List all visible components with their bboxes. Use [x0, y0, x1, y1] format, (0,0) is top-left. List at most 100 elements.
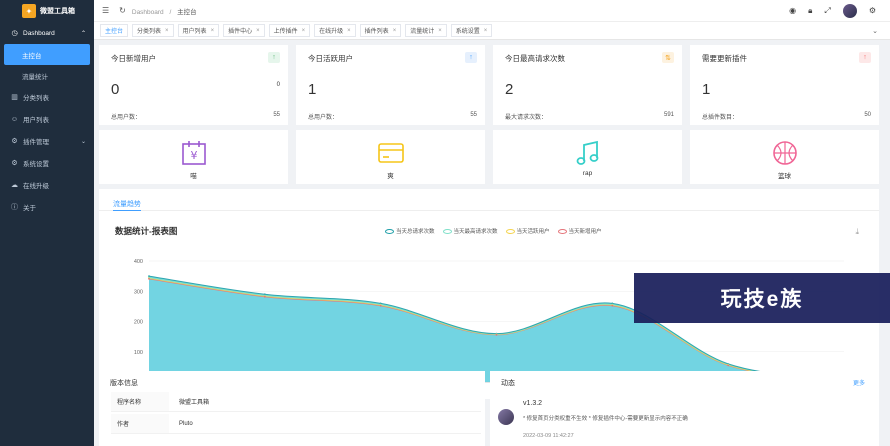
- sidebar-item-label: 流量统计: [22, 73, 48, 81]
- close-icon[interactable]: ×: [211, 28, 215, 34]
- sidebar-item-upgrade[interactable]: ☁ 在线升级: [0, 174, 94, 196]
- stat-foot-label: 最大请求次数：: [505, 115, 548, 121]
- arrows-icon: ⇅: [662, 52, 674, 63]
- stat-foot-value: 591: [663, 112, 674, 118]
- tab-plugin-list[interactable]: 插件列表 ×: [359, 24, 402, 37]
- shortcut-card-basketball[interactable]: 篮球: [690, 130, 879, 184]
- tab-label: 系统设置: [455, 29, 480, 35]
- stat-foot-label: 总插件数目：: [702, 115, 739, 121]
- close-icon[interactable]: ×: [256, 28, 260, 34]
- sidebar-item-label: 插件管理: [23, 139, 49, 146]
- svg-text:¥: ¥: [190, 149, 197, 162]
- data-point: [379, 304, 382, 307]
- tab-label: 主控台: [105, 29, 124, 35]
- panel-title: 动态: [501, 380, 515, 387]
- tab-categories[interactable]: 分类列表 ×: [132, 24, 174, 37]
- shortcut-label: 爽: [387, 173, 394, 180]
- arrow-up-icon: ↑: [465, 52, 477, 63]
- stat-foot-label: 总用户数：: [308, 115, 339, 121]
- tab-settings[interactable]: 系统设置 ×: [450, 24, 493, 37]
- stat-value: 1: [308, 81, 317, 98]
- close-icon[interactable]: ×: [438, 28, 442, 34]
- info-value: 微盟工具箱: [179, 400, 210, 406]
- arrow-up-icon: ↑: [268, 52, 280, 63]
- close-icon[interactable]: ×: [484, 28, 488, 34]
- building-icon: ▥: [11, 94, 18, 101]
- tabs-bar: 主控台 分类列表 × 用户列表 × 插件中心 × 上传插件 × 在线升级 × 插件列表 × …: [94, 22, 890, 40]
- version-panel: 版本信息 程序名称 微盟工具箱 作者 Pluto: [99, 371, 485, 446]
- tab-upload-plugin[interactable]: 上传插件 ×: [268, 24, 311, 37]
- avatar[interactable]: [842, 3, 857, 18]
- settings-icon[interactable]: ⚙: [869, 6, 876, 15]
- chevron-down-icon[interactable]: ⌄: [872, 27, 878, 35]
- y-tick-label: 300: [134, 289, 143, 295]
- main-area: ☰ ↻ Dashboard / 主控台 ◉ 🔒︎ ⤢ ⚙ 主控台 分类列表 × 用…: [94, 0, 890, 446]
- close-icon[interactable]: ×: [393, 28, 397, 34]
- stat-card-max-requests: 今日最高请求次数 ⇅ 2 最大请求次数： 591: [493, 45, 682, 125]
- top-bar: ☰ ↻ Dashboard / 主控台 ◉ 🔒︎ ⤢ ⚙: [94, 0, 890, 22]
- sidebar-item-console[interactable]: 主控台: [4, 44, 90, 65]
- watermark-logo: 玩技e族: [634, 273, 890, 323]
- stat-title: 今日活跃用户: [308, 54, 353, 63]
- shortcut-label: 篮球: [778, 173, 791, 180]
- basketball-icon: [772, 141, 797, 165]
- data-point: [495, 333, 498, 336]
- news-panel: 动态 更多 v1.3.2 * 修复首页分类权重不生效 * 修复插件中心-需要更新…: [490, 371, 879, 446]
- tab-users[interactable]: 用户列表 ×: [177, 24, 220, 37]
- sidebar-item-label: 在线升级: [23, 183, 49, 190]
- brand[interactable]: ✦ 微盟工具箱: [0, 0, 94, 22]
- stat-value: 1: [702, 81, 711, 98]
- settings-icon: ⚙: [11, 160, 18, 167]
- fullscreen-icon[interactable]: ⤢: [824, 6, 830, 16]
- sidebar-item-label: 用户列表: [23, 117, 49, 124]
- sidebar-item-plugins[interactable]: ⚙ 插件管理 ⌄: [0, 130, 94, 152]
- sidebar-item-label: 系统设置: [23, 161, 49, 168]
- close-icon[interactable]: ×: [165, 28, 169, 34]
- sidebar-item-users[interactable]: ☺ 用户列表: [0, 108, 94, 130]
- refresh-icon[interactable]: ↻: [119, 6, 126, 15]
- sidebar-item-label: 主控台: [22, 52, 42, 60]
- sidebar-item-label: 关于: [23, 205, 36, 212]
- stat-card-new-users: 今日新增用户 ↑ 0 0 总用户数： 55: [99, 45, 288, 125]
- sidebar-item-traffic[interactable]: 流量统计: [0, 65, 94, 86]
- arrow-up-icon: ↑: [859, 52, 871, 63]
- sidebar-item-settings[interactable]: ⚙ 系统设置: [0, 152, 94, 174]
- more-link[interactable]: 更多: [853, 378, 865, 387]
- sidebar-item-dashboard[interactable]: ◷ Dashboard ⌃: [0, 22, 94, 44]
- stat-card-active-users: 今日活跃用户 ↑ 1 总用户数： 55: [296, 45, 485, 125]
- breadcrumb-current: 主控台: [177, 8, 197, 16]
- shortcut-card-rap[interactable]: rap: [493, 130, 682, 184]
- menu-fold-icon[interactable]: ☰: [102, 6, 109, 15]
- breadcrumb-item[interactable]: Dashboard: [132, 9, 164, 16]
- tab-label: 在线升级: [319, 29, 344, 35]
- tab-traffic[interactable]: 流量统计 ×: [405, 24, 447, 37]
- avatar: [498, 409, 514, 425]
- close-icon[interactable]: ×: [302, 28, 306, 34]
- info-icon: ⓘ: [11, 204, 18, 211]
- info-row: 作者 Pluto: [111, 414, 481, 434]
- cloud-icon: ☁: [11, 182, 18, 189]
- gear-icon: ⚙: [11, 138, 18, 145]
- card-icon: [377, 143, 404, 163]
- chevron-down-icon: ⌄: [80, 138, 86, 145]
- content: 今日新增用户 ↑ 0 0 总用户数： 55 今日活跃用户 ↑ 1 总用户数： 5…: [94, 41, 890, 446]
- tab-console[interactable]: 主控台: [100, 24, 129, 37]
- y-tick-label: 200: [134, 320, 143, 326]
- tab-label: 插件中心: [228, 29, 253, 35]
- tab-label: 流量统计: [410, 29, 435, 35]
- shortcut-label: rap: [582, 170, 593, 177]
- stat-foot-value: 55: [470, 112, 477, 118]
- lock-icon[interactable]: 🔒︎: [808, 6, 812, 16]
- info-value: Pluto: [179, 420, 193, 427]
- stat-value: 2: [505, 81, 514, 98]
- sidebar-item-about[interactable]: ⓘ 关于: [0, 196, 94, 218]
- sidebar-item-categories[interactable]: ▥ 分类列表: [0, 86, 94, 108]
- tab-plugin-center[interactable]: 插件中心 ×: [223, 24, 265, 37]
- sidebar-item-label: 分类列表: [23, 95, 49, 102]
- shortcut-card-cool[interactable]: 爽: [296, 130, 485, 184]
- shortcut-card-meow[interactable]: ¥ 喵: [99, 130, 288, 184]
- close-icon[interactable]: ×: [347, 28, 351, 34]
- tab-upgrade[interactable]: 在线升级 ×: [314, 24, 356, 37]
- github-icon[interactable]: ◉: [789, 6, 796, 15]
- news-version: v1.3.2: [523, 400, 543, 407]
